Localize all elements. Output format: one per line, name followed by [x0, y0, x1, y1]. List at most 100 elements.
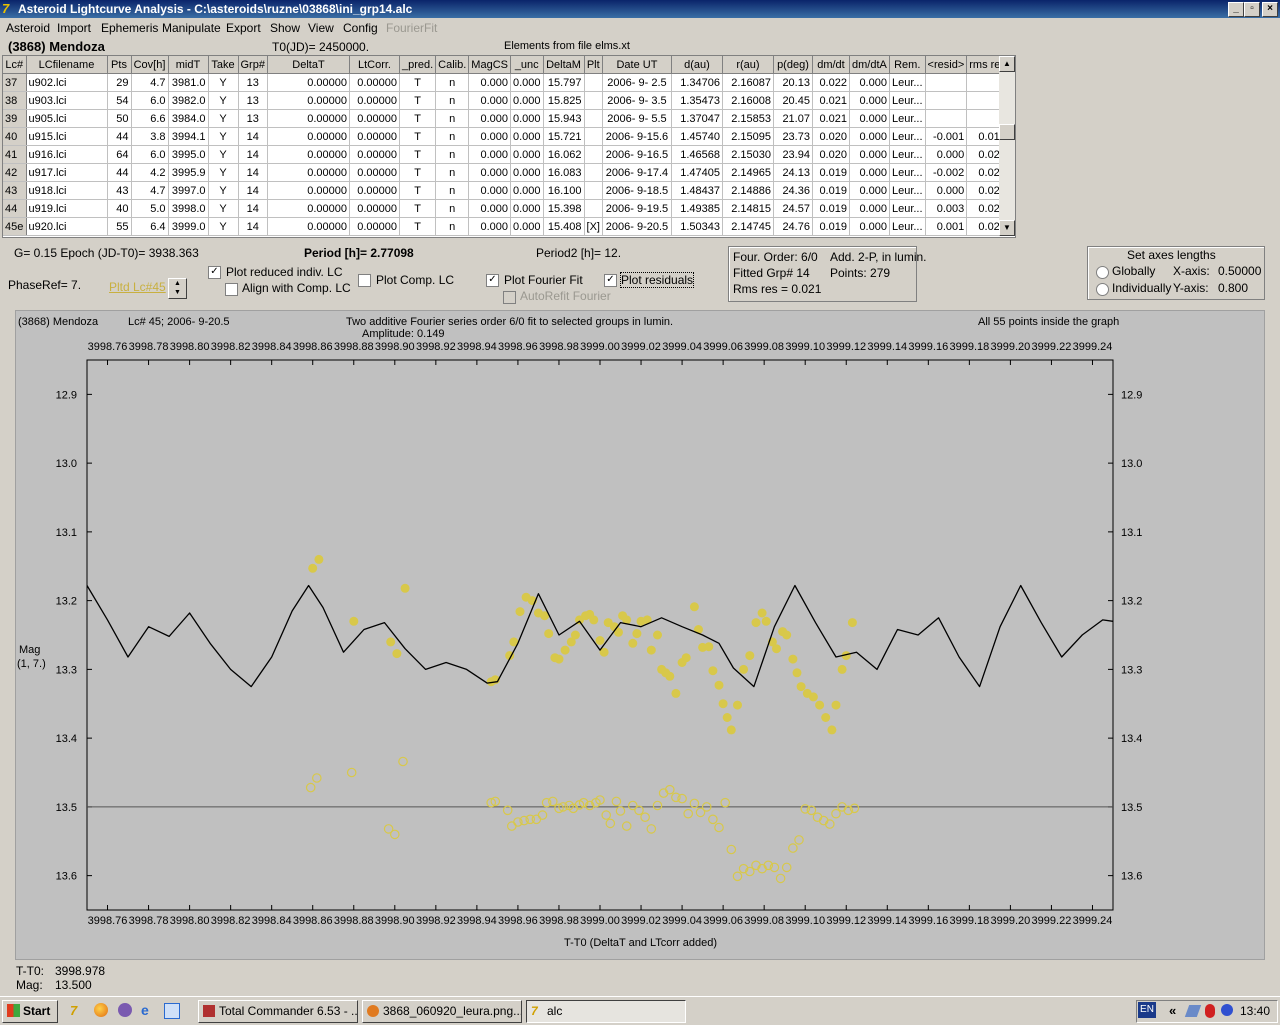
row-index[interactable]: 41 — [3, 145, 27, 164]
table-cell[interactable]: Leur... — [889, 91, 926, 110]
table-cell[interactable]: n — [435, 199, 470, 218]
table-cell[interactable]: 13 — [238, 109, 268, 128]
table-cell[interactable] — [584, 181, 603, 200]
table-cell[interactable]: 14 — [238, 181, 268, 200]
scroll-thumb[interactable] — [999, 124, 1015, 140]
table-cell[interactable]: 1.47405 — [671, 163, 723, 182]
table-cell[interactable]: 0.000 — [925, 145, 968, 164]
table-cell[interactable]: n — [435, 181, 470, 200]
table-row[interactable]: 40 u915.lci 44 3.8 3994.1 Y 14 0.00000 0.00000 Tn… — [3, 127, 1009, 146]
plot-residuals-checkbox[interactable]: ✓ — [604, 274, 617, 287]
column-header[interactable]: Plt — [584, 56, 603, 74]
table-cell[interactable]: 14 — [238, 163, 268, 182]
table-cell[interactable]: 2.16008 — [722, 91, 774, 110]
table-cell[interactable]: u916.lci — [26, 145, 108, 164]
table-cell[interactable] — [925, 109, 968, 128]
table-cell[interactable]: 0.00000 — [349, 109, 400, 128]
table-cell[interactable]: 29 — [107, 73, 132, 92]
table-row[interactable]: 45e u920.lci 55 6.4 3999.0 Y 14 0.00000 0.00000 T… — [3, 217, 1009, 236]
table-cell[interactable]: n — [435, 91, 470, 110]
tray-chevron-icon[interactable]: « — [1169, 1003, 1176, 1018]
table-cell[interactable]: 2006- 9- 2.5 — [602, 73, 672, 92]
table-cell[interactable]: Leur... — [889, 163, 926, 182]
table-cell[interactable] — [584, 109, 603, 128]
table-cell[interactable]: n — [435, 217, 470, 236]
table-cell[interactable]: 2006- 9-16.5 — [602, 145, 672, 164]
table-cell[interactable]: [X] — [584, 217, 603, 236]
mail-quicklaunch-icon[interactable] — [118, 1003, 132, 1017]
firefox-quicklaunch-icon[interactable] — [94, 1003, 108, 1017]
table-cell[interactable]: 0.000 — [849, 127, 890, 146]
plot-comp-checkbox[interactable] — [358, 274, 371, 287]
autorefit-checkbox[interactable] — [503, 291, 516, 304]
table-cell[interactable]: 0.00000 — [349, 217, 400, 236]
table-cell[interactable]: Leur... — [889, 199, 926, 218]
alc-quicklaunch-icon[interactable]: 7 — [70, 1003, 84, 1018]
table-cell[interactable]: 44 — [107, 127, 132, 146]
table-cell[interactable]: Y — [208, 145, 239, 164]
row-index[interactable]: 42 — [3, 163, 27, 182]
table-cell[interactable]: 14 — [238, 217, 268, 236]
table-cell[interactable]: 13 — [238, 73, 268, 92]
table-cell[interactable]: u902.lci — [26, 73, 108, 92]
column-header[interactable]: Pts — [107, 56, 132, 74]
table-cell[interactable]: 3995.9 — [168, 163, 209, 182]
desktop-quicklaunch-icon[interactable] — [164, 1003, 180, 1019]
table-cell[interactable]: 3.8 — [131, 127, 169, 146]
table-cell[interactable]: 3998.0 — [168, 199, 209, 218]
table-cell[interactable]: 2.15030 — [722, 145, 774, 164]
menu-config[interactable]: Config — [343, 21, 378, 35]
table-cell[interactable]: 3982.0 — [168, 91, 209, 110]
table-cell[interactable]: T — [399, 91, 437, 110]
table-cell[interactable]: 3995.0 — [168, 145, 209, 164]
yaxis-value[interactable]: 0.800 — [1218, 281, 1248, 295]
table-cell[interactable]: 0.019 — [812, 163, 850, 182]
menu-asteroid[interactable]: Asteroid — [6, 21, 50, 35]
table-cell[interactable]: n — [435, 163, 470, 182]
column-header[interactable]: MagCS — [468, 56, 511, 74]
table-cell[interactable]: -0.001 — [925, 127, 968, 146]
table-cell[interactable]: 3994.1 — [168, 127, 209, 146]
table-cell[interactable]: 24.36 — [773, 181, 813, 200]
table-cell[interactable]: 0.00000 — [349, 181, 400, 200]
row-index[interactable]: 38 — [3, 91, 27, 110]
table-cell[interactable]: Y — [208, 73, 239, 92]
menu-fourierfit[interactable]: FourierFit — [386, 21, 437, 35]
table-cell[interactable]: 0.00000 — [267, 217, 350, 236]
table-cell[interactable]: Leur... — [889, 127, 926, 146]
table-cell[interactable]: Leur... — [889, 181, 926, 200]
table-cell[interactable]: 15.398 — [543, 199, 585, 218]
table-cell[interactable]: u905.lci — [26, 109, 108, 128]
table-cell[interactable]: 0.000 — [925, 181, 968, 200]
table-cell[interactable]: 0.021 — [812, 91, 850, 110]
table-cell[interactable]: 14 — [238, 199, 268, 218]
table-cell[interactable]: 3997.0 — [168, 181, 209, 200]
table-cell[interactable]: 0.000 — [510, 217, 544, 236]
ie-quicklaunch-icon[interactable]: e — [141, 1003, 155, 1017]
table-cell[interactable] — [584, 199, 603, 218]
column-header[interactable]: DeltaT — [267, 56, 350, 74]
close-button[interactable]: × — [1262, 2, 1278, 17]
table-cell[interactable]: 13 — [238, 91, 268, 110]
plot-reduced-checkbox[interactable]: ✓ — [208, 266, 221, 279]
table-row[interactable]: 38 u903.lci 54 6.0 3982.0 Y 13 0.00000 0.00000 Tn… — [3, 91, 1009, 110]
table-cell[interactable]: 0.000 — [849, 181, 890, 200]
individually-radio[interactable] — [1096, 283, 1109, 296]
row-index[interactable]: 45e — [3, 217, 27, 236]
table-cell[interactable]: 0.019 — [812, 217, 850, 236]
table-cell[interactable]: u919.lci — [26, 199, 108, 218]
table-cell[interactable]: 0.00000 — [349, 73, 400, 92]
table-cell[interactable]: 0.000 — [849, 163, 890, 182]
lightcurve-chart[interactable]: (3868) Mendoza Lc# 45; 2006- 9-20.5 Two … — [16, 311, 1264, 959]
table-row[interactable]: 41 u916.lci 64 6.0 3995.0 Y 14 0.00000 0.00000 Tn… — [3, 145, 1009, 164]
table-cell[interactable]: 0.000 — [510, 163, 544, 182]
column-header[interactable]: Take — [208, 56, 239, 74]
menu-import[interactable]: Import — [57, 21, 91, 35]
menu-show[interactable]: Show — [270, 21, 300, 35]
table-cell[interactable]: 21.07 — [773, 109, 813, 128]
xaxis-value[interactable]: 0.50000 — [1218, 264, 1261, 278]
table-cell[interactable]: u920.lci — [26, 217, 108, 236]
table-cell[interactable]: n — [435, 109, 470, 128]
table-cell[interactable] — [925, 91, 968, 110]
table-cell[interactable]: 1.35473 — [671, 91, 723, 110]
